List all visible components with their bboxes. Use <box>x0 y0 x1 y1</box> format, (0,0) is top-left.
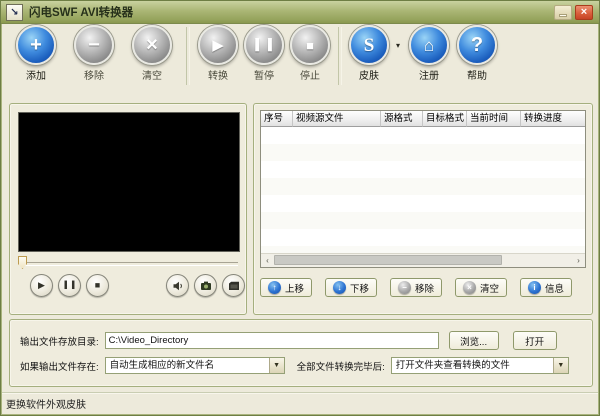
player-controls: ▶ ▌▐ ■ <box>10 274 246 300</box>
seek-slider[interactable] <box>18 256 240 270</box>
stop-icon: ■ <box>290 25 330 65</box>
info-button[interactable]: i 信息 <box>519 278 572 297</box>
status-text: 更换软件外观皮肤 <box>6 400 86 411</box>
preview-panel: ▶ ▌▐ ■ <box>9 103 247 315</box>
player-play-button[interactable]: ▶ <box>30 274 53 297</box>
camera-icon <box>200 281 211 290</box>
col-current-time[interactable]: 当前时间 <box>467 111 521 127</box>
clear-list-button[interactable]: × 清空 <box>454 278 507 297</box>
chevron-down-icon[interactable]: ▼ <box>268 358 284 373</box>
output-dir-input[interactable] <box>104 332 439 349</box>
clear-button[interactable]: × 清空 <box>123 25 181 82</box>
remove-button[interactable]: − 移除 <box>65 25 123 82</box>
seek-thumb[interactable] <box>18 256 27 269</box>
skin-icon: S <box>349 25 389 65</box>
volume-button[interactable] <box>166 274 189 297</box>
output-dir-label: 输出文件存放目录: <box>20 336 99 348</box>
help-icon: ? <box>457 25 497 65</box>
done-combobox[interactable]: 打开文件夹查看转换的文件 ▼ <box>390 357 569 374</box>
video-preview <box>18 112 240 252</box>
col-target-format[interactable]: 目标格式 <box>423 111 467 127</box>
x-icon: × <box>462 281 476 294</box>
col-source-format[interactable]: 源格式 <box>381 111 423 127</box>
screen-icon <box>228 281 239 290</box>
player-pause-button[interactable]: ▌▐ <box>58 274 81 297</box>
clear-icon: × <box>132 25 172 65</box>
up-arrow-icon: ↑ <box>268 281 281 294</box>
output-panel: 输出文件存放目录: 浏览... 打开 如果输出文件存在: 自动生成相应的新文件名… <box>9 319 593 387</box>
move-up-button[interactable]: ↑ 上移 <box>260 278 313 297</box>
minimize-icon <box>559 13 567 17</box>
col-progress[interactable]: 转换进度 <box>521 111 585 127</box>
file-table[interactable]: 序号 视频源文件 源格式 目标格式 当前时间 转换进度 ‹ › <box>260 110 586 268</box>
toolbar: + 添加 − 移除 × 清空 ▶ 转换 ▌▐ 暂停 ■ 停止 S 皮肤 ▾ ⌂ … <box>7 25 501 85</box>
col-source-file[interactable]: 视频源文件 <box>293 111 381 127</box>
help-button[interactable]: ? 帮助 <box>453 25 501 82</box>
move-down-button[interactable]: ↓ 下移 <box>324 278 377 297</box>
open-button[interactable]: 打开 <box>512 331 557 350</box>
add-icon: + <box>16 25 56 65</box>
skin-button[interactable]: S 皮肤 <box>347 25 391 82</box>
home-icon: ⌂ <box>409 25 449 65</box>
player-stop-button[interactable]: ■ <box>86 274 109 297</box>
done-label: 全部文件转换完毕后: <box>296 361 385 373</box>
fullscreen-button[interactable] <box>222 274 245 297</box>
scroll-left-icon[interactable]: ‹ <box>261 254 274 266</box>
window-title: 闪电SWF AVI转换器 <box>29 7 134 19</box>
toolbar-separator <box>186 27 190 85</box>
remove-icon: − <box>74 25 114 65</box>
register-button[interactable]: ⌂ 注册 <box>405 25 453 82</box>
seek-track <box>20 262 238 266</box>
table-body[interactable] <box>261 127 585 253</box>
remove-item-button[interactable]: − 移除 <box>389 278 442 297</box>
scroll-thumb[interactable] <box>274 255 502 265</box>
speaker-icon <box>173 281 182 290</box>
app-window: ↘ 闪电SWF AVI转换器 × + 添加 − 移除 × 清空 ▶ 转换 ▌▐ <box>0 0 600 416</box>
horizontal-scrollbar[interactable]: ‹ › <box>261 253 585 267</box>
app-icon: ↘ <box>6 3 23 21</box>
list-actions: ↑ 上移 ↓ 下移 − 移除 × 清空 i 信息 <box>260 278 572 297</box>
minus-icon: − <box>397 281 411 294</box>
browse-button[interactable]: 浏览... <box>448 331 499 350</box>
convert-button[interactable]: ▶ 转换 <box>195 25 241 82</box>
col-index[interactable]: 序号 <box>261 111 293 127</box>
chevron-down-icon[interactable]: ▼ <box>552 358 568 373</box>
toolbar-separator <box>338 27 342 85</box>
add-button[interactable]: + 添加 <box>7 25 65 82</box>
convert-play-icon: ▶ <box>198 25 238 65</box>
pause-button[interactable]: ▌▐ 暂停 <box>241 25 287 82</box>
skin-dropdown-arrow-icon[interactable]: ▾ <box>391 41 405 50</box>
scroll-right-icon[interactable]: › <box>572 254 585 266</box>
status-bar: 更换软件外观皮肤 <box>2 392 598 414</box>
info-icon: i <box>527 281 541 294</box>
table-header: 序号 视频源文件 源格式 目标格式 当前时间 转换进度 <box>261 111 585 127</box>
stop-button[interactable]: ■ 停止 <box>287 25 333 82</box>
close-button[interactable]: × <box>575 4 593 20</box>
filelist-panel: 序号 视频源文件 源格式 目标格式 当前时间 转换进度 ‹ › ↑ 上移 ↓ 下… <box>253 103 593 315</box>
titlebar[interactable]: ↘ 闪电SWF AVI转换器 × <box>1 1 599 24</box>
exists-label: 如果输出文件存在: <box>20 361 99 373</box>
minimize-button[interactable] <box>554 4 572 20</box>
pause-icon: ▌▐ <box>244 25 284 65</box>
snapshot-button[interactable] <box>194 274 217 297</box>
down-arrow-icon: ↓ <box>332 281 346 294</box>
exists-combobox[interactable]: 自动生成相应的新文件名 ▼ <box>104 357 285 374</box>
